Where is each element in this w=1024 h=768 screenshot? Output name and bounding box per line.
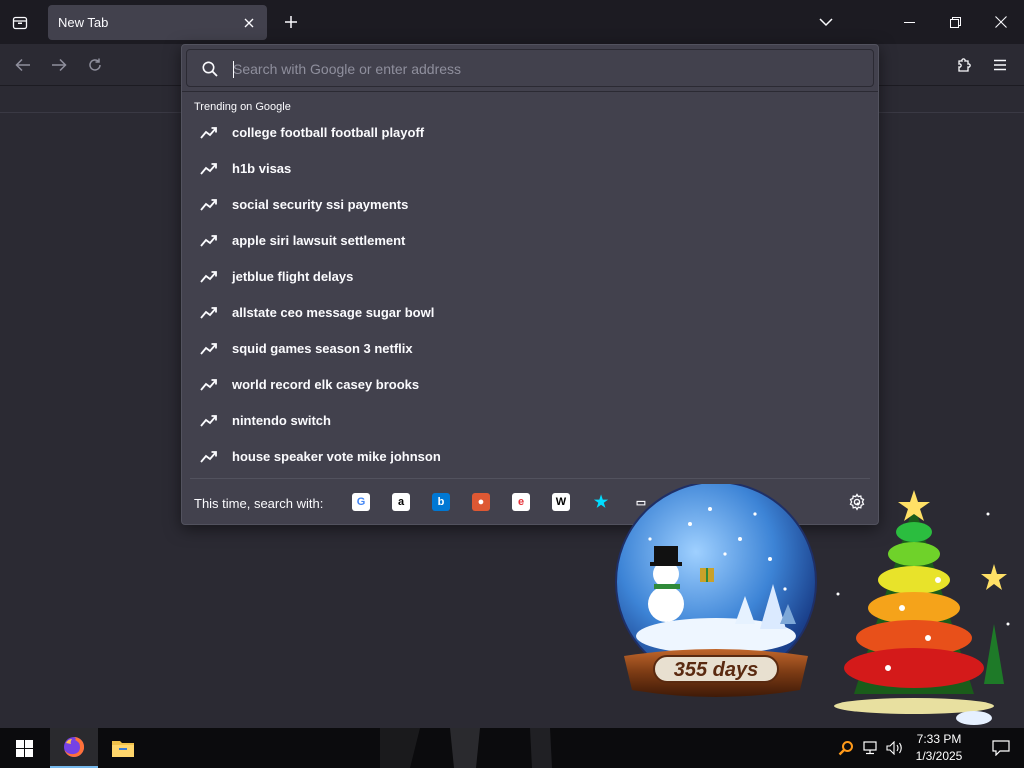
suggestion-row[interactable]: house speaker vote mike johnson <box>182 439 878 475</box>
back-button[interactable] <box>8 50 38 80</box>
text-caret <box>233 61 234 78</box>
trending-icon <box>200 343 217 355</box>
close-window-button[interactable] <box>978 0 1024 44</box>
reload-button[interactable] <box>80 50 110 80</box>
notification-icon <box>992 740 1010 756</box>
magnifier-icon <box>838 741 853 756</box>
urlbar-popup: Trending on Google college football foot… <box>181 44 879 525</box>
tab-new-tab[interactable]: New Tab <box>48 5 267 40</box>
network-icon <box>863 741 877 755</box>
action-center-button[interactable] <box>978 728 1024 768</box>
suggestion-row[interactable]: jetblue flight delays <box>182 259 878 295</box>
tab-close-button[interactable] <box>237 11 261 35</box>
new-tab-button[interactable] <box>277 8 305 36</box>
trending-icon <box>200 271 217 283</box>
suggestion-text: social security ssi payments <box>232 197 409 212</box>
suggestion-text: nintendo switch <box>232 413 331 428</box>
duckduckgo-icon[interactable]: ● <box>472 493 490 511</box>
suggestion-text: jetblue flight delays <box>232 269 354 284</box>
suggestion-text: allstate ceo message sugar bowl <box>232 305 435 320</box>
trending-icon <box>200 163 217 175</box>
suggestion-text: college football football playoff <box>232 125 425 140</box>
firefox-view-button[interactable] <box>6 8 34 36</box>
clock-date: 1/3/2025 <box>915 749 963 763</box>
suggestion-row[interactable]: college football football playoff <box>182 115 878 151</box>
firefox-icon <box>64 736 85 757</box>
taskbar-file-explorer[interactable] <box>99 728 147 768</box>
urlbar-input-row[interactable] <box>186 49 874 87</box>
search-icon <box>202 61 218 77</box>
trending-icon <box>200 127 217 139</box>
wikipedia-icon[interactable]: W <box>552 493 570 511</box>
wallpaper-strip <box>380 728 552 768</box>
arrow-left-icon <box>15 58 30 72</box>
address-input[interactable] <box>233 58 833 80</box>
list-all-tabs-button[interactable] <box>812 8 840 36</box>
suggestion-row[interactable]: squid games season 3 netflix <box>182 331 878 367</box>
folder-icon <box>112 741 134 757</box>
suggestion-text: squid games season 3 netflix <box>232 341 413 356</box>
urlbar-divider <box>182 91 878 92</box>
google-icon[interactable]: G <box>352 493 370 511</box>
bookmarks-icon[interactable]: ★ <box>592 493 610 511</box>
minimize-button[interactable] <box>886 0 932 44</box>
app-menu-button[interactable] <box>985 50 1015 80</box>
speaker-icon <box>886 741 902 755</box>
amazon-icon[interactable]: a <box>392 493 410 511</box>
trending-icon <box>200 415 217 427</box>
oneoff-divider <box>190 478 870 479</box>
suggestion-text: apple siri lawsuit settlement <box>232 233 406 248</box>
suggestion-row[interactable]: h1b visas <box>182 151 878 187</box>
taskbar-firefox[interactable] <box>50 728 98 768</box>
close-icon <box>244 18 254 28</box>
ebay-icon[interactable]: e <box>512 493 530 511</box>
trending-heading: Trending on Google <box>194 101 291 113</box>
arrow-right-icon <box>52 58 67 72</box>
tab-strip: New Tab <box>0 0 1024 44</box>
start-button[interactable] <box>0 728 48 768</box>
trending-icon <box>200 199 217 211</box>
extensions-button[interactable] <box>949 50 979 80</box>
suggestion-text: h1b visas <box>232 161 292 176</box>
suggestion-row[interactable]: social security ssi payments <box>182 187 878 223</box>
system-clock[interactable]: 7:33 PM 1/3/2025 <box>908 731 970 765</box>
tab-title: New Tab <box>58 15 109 30</box>
tray-search-app[interactable] <box>836 728 856 768</box>
tray-network[interactable] <box>860 728 882 768</box>
reload-icon <box>89 58 101 71</box>
trending-icon <box>200 307 217 319</box>
suggestion-text: house speaker vote mike johnson <box>232 449 441 464</box>
suggestion-row[interactable]: world record elk casey brooks <box>182 367 878 403</box>
tray-volume[interactable] <box>884 728 906 768</box>
minimize-icon <box>903 21 915 23</box>
puzzle-piece-icon <box>958 58 971 72</box>
suggestion-list: college football football playoff h1b vis… <box>182 115 878 475</box>
days-counter: 355 days <box>674 659 759 681</box>
firefox-view-icon <box>12 16 28 30</box>
bing-icon[interactable]: b <box>432 493 450 511</box>
suggestion-row[interactable]: apple siri lawsuit settlement <box>182 223 878 259</box>
restore-button[interactable] <box>932 0 978 44</box>
trending-icon <box>200 451 217 463</box>
close-icon <box>995 16 1007 28</box>
trending-icon <box>200 235 217 247</box>
plus-icon <box>285 16 297 28</box>
clock-time: 7:33 PM <box>916 732 962 746</box>
taskbar: 7:33 PM 1/3/2025 <box>0 728 1024 768</box>
hamburger-menu-icon <box>994 59 1006 71</box>
forward-button[interactable] <box>44 50 74 80</box>
snow-globe-gadget: 355 days <box>615 484 817 697</box>
suggestion-row[interactable]: nintendo switch <box>182 403 878 439</box>
suggestion-row[interactable]: allstate ceo message sugar bowl <box>182 295 878 331</box>
oneoff-label: This time, search with: <box>194 496 324 511</box>
suggestion-text: world record elk casey brooks <box>232 377 420 392</box>
windows-logo-icon <box>15 739 33 757</box>
christmas-tree-gadget <box>834 490 1010 725</box>
restore-icon <box>949 16 961 28</box>
chevron-down-icon <box>819 18 833 27</box>
trending-icon <box>200 379 217 391</box>
